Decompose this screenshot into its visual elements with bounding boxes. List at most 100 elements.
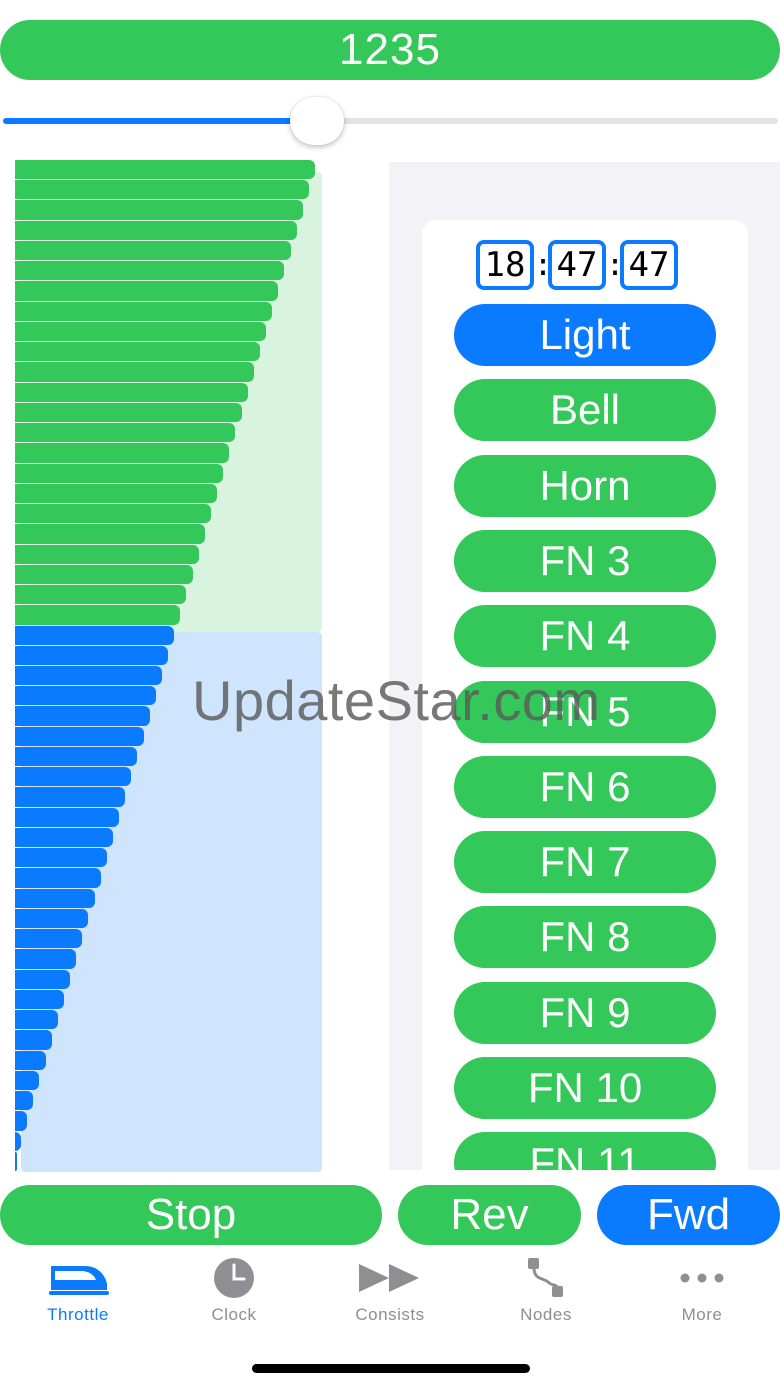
function-button[interactable]: FN 6 bbox=[454, 755, 716, 818]
reverse-speed-step[interactable] bbox=[15, 645, 169, 665]
forward-label: Fwd bbox=[646, 1190, 731, 1239]
forward-speed-step[interactable] bbox=[15, 362, 254, 382]
reverse-speed-step[interactable] bbox=[15, 868, 101, 888]
forward-speed-step[interactable] bbox=[15, 240, 291, 261]
reverse-speed-step[interactable] bbox=[15, 949, 77, 969]
reverse-speed-step[interactable] bbox=[15, 1030, 52, 1050]
function-button[interactable]: FN 7 bbox=[454, 831, 716, 894]
tab-label: Throttle bbox=[47, 1305, 109, 1324]
more-icon bbox=[624, 1256, 780, 1300]
speed-slider-thumb[interactable] bbox=[289, 97, 344, 145]
forward-speed-step[interactable] bbox=[15, 504, 211, 524]
reverse-speed-step[interactable] bbox=[15, 989, 64, 1010]
function-button[interactable]: FN 11 bbox=[454, 1132, 716, 1170]
function-button[interactable]: Horn bbox=[454, 454, 716, 517]
forward-speed-step[interactable] bbox=[15, 524, 205, 544]
forward-speed-step[interactable] bbox=[15, 200, 303, 220]
train-icon bbox=[0, 1256, 156, 1300]
tab-bar: Throttle Clock Consists Nodes More bbox=[0, 1250, 780, 1340]
reverse-speed-step[interactable] bbox=[15, 827, 113, 848]
forward-speed-step[interactable] bbox=[15, 483, 218, 504]
clock-icon bbox=[156, 1256, 312, 1300]
reverse-speed-step[interactable] bbox=[15, 686, 156, 706]
tab-consists[interactable]: Consists bbox=[312, 1250, 468, 1340]
forward-speed-step[interactable] bbox=[15, 423, 236, 443]
forward-speed-step[interactable] bbox=[15, 544, 199, 564]
function-label: FN 10 bbox=[527, 1064, 643, 1111]
tab-nodes[interactable]: Nodes bbox=[468, 1250, 624, 1340]
function-button[interactable]: FN 5 bbox=[454, 680, 716, 743]
function-button[interactable]: FN 9 bbox=[454, 981, 716, 1044]
forward-speed-step[interactable] bbox=[15, 281, 279, 301]
forward-speed-step[interactable] bbox=[15, 321, 267, 342]
function-button[interactable]: FN 3 bbox=[454, 529, 716, 592]
stop-button[interactable]: Stop bbox=[0, 1185, 382, 1245]
reverse-speed-step[interactable] bbox=[15, 1131, 22, 1151]
tab-label: Nodes bbox=[520, 1305, 572, 1324]
function-label: FN 8 bbox=[539, 913, 631, 961]
function-label: FN 11 bbox=[529, 1139, 641, 1170]
forward-speed-step[interactable] bbox=[15, 301, 273, 321]
forward-speed-step[interactable] bbox=[15, 402, 242, 423]
forward-speed-step[interactable] bbox=[15, 382, 248, 402]
tab-label: Clock bbox=[211, 1305, 257, 1324]
reverse-speed-step[interactable] bbox=[15, 908, 89, 929]
function-button[interactable]: Light bbox=[454, 304, 716, 366]
reverse-speed-step[interactable] bbox=[15, 807, 120, 827]
clock-seconds: 47 bbox=[620, 240, 678, 290]
home-indicator bbox=[252, 1364, 530, 1373]
speed-bar-graph[interactable] bbox=[15, 160, 325, 1172]
reverse-speed-step[interactable] bbox=[15, 848, 107, 868]
reverse-speed-step[interactable] bbox=[15, 1050, 46, 1070]
reverse-label: Rev bbox=[450, 1190, 529, 1239]
reverse-speed-step[interactable] bbox=[15, 969, 71, 989]
reverse-speed-step[interactable] bbox=[15, 1151, 17, 1171]
tab-throttle[interactable]: Throttle bbox=[0, 1250, 156, 1340]
function-button[interactable]: FN 4 bbox=[454, 605, 716, 668]
speed-slider-fill bbox=[3, 118, 317, 124]
tab-more[interactable]: More bbox=[624, 1250, 780, 1340]
reverse-speed-step[interactable] bbox=[15, 929, 83, 949]
reverse-speed-step[interactable] bbox=[15, 746, 138, 767]
function-label: FN 5 bbox=[539, 687, 631, 735]
reverse-speed-step[interactable] bbox=[15, 888, 95, 908]
reverse-speed-step[interactable] bbox=[15, 666, 162, 686]
reverse-speed-step[interactable] bbox=[15, 706, 150, 726]
fast-forward-icon bbox=[312, 1256, 468, 1300]
function-button[interactable]: FN 10 bbox=[454, 1057, 716, 1119]
forward-speed-step[interactable] bbox=[15, 443, 230, 463]
tab-label: More bbox=[681, 1305, 723, 1324]
forward-speed-step[interactable] bbox=[15, 605, 181, 625]
function-label: FN 4 bbox=[539, 612, 631, 660]
fast-clock: 18 : 47 : 47 bbox=[476, 240, 678, 290]
function-label: Bell bbox=[549, 386, 621, 434]
function-label: FN 9 bbox=[539, 988, 631, 1036]
reverse-speed-step[interactable] bbox=[15, 787, 126, 807]
forward-speed-step[interactable] bbox=[15, 160, 315, 180]
speed-slider[interactable] bbox=[3, 118, 778, 124]
forward-speed-step[interactable] bbox=[15, 220, 297, 240]
forward-speed-step[interactable] bbox=[15, 180, 309, 200]
reverse-speed-step[interactable] bbox=[15, 1010, 58, 1030]
reverse-speed-step[interactable] bbox=[15, 625, 175, 645]
forward-speed-step[interactable] bbox=[15, 585, 187, 605]
reverse-speed-step[interactable] bbox=[15, 767, 132, 787]
function-label: Light bbox=[539, 311, 631, 358]
locomotive-address-button[interactable]: 1235 bbox=[0, 20, 780, 80]
function-label: FN 3 bbox=[539, 536, 631, 584]
reverse-speed-step[interactable] bbox=[15, 1111, 28, 1131]
clock-minutes: 47 bbox=[548, 240, 606, 290]
reverse-speed-step[interactable] bbox=[15, 726, 144, 746]
function-button[interactable]: Bell bbox=[454, 379, 716, 442]
tab-clock[interactable]: Clock bbox=[156, 1250, 312, 1340]
forward-speed-step[interactable] bbox=[15, 463, 224, 483]
forward-button[interactable]: Fwd bbox=[597, 1185, 780, 1245]
reverse-button[interactable]: Rev bbox=[398, 1185, 581, 1245]
function-label: FN 7 bbox=[539, 838, 631, 886]
forward-speed-step[interactable] bbox=[15, 342, 260, 362]
forward-speed-step[interactable] bbox=[15, 564, 193, 585]
forward-speed-step[interactable] bbox=[15, 261, 285, 281]
reverse-speed-step[interactable] bbox=[15, 1091, 34, 1111]
reverse-speed-step[interactable] bbox=[15, 1070, 40, 1091]
function-button[interactable]: FN 8 bbox=[454, 906, 716, 969]
